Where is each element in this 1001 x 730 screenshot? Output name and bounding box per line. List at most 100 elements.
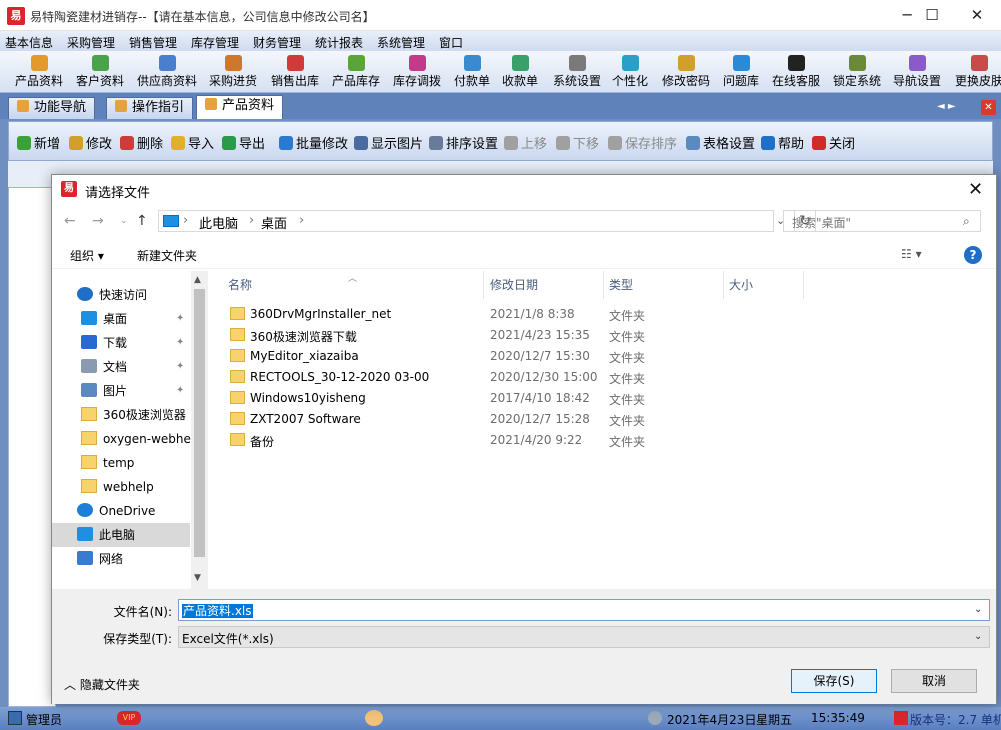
- nav-item-6[interactable]: oxygen-webhe: [52, 427, 191, 451]
- new-folder-button[interactable]: 新建文件夹: [137, 247, 197, 264]
- nav-item-8[interactable]: webhelp: [52, 475, 190, 499]
- breadcrumb-desktop[interactable]: 桌面: [261, 213, 287, 232]
- dialog-close-icon[interactable]: ✕: [968, 179, 983, 200]
- filetype-select[interactable]: Excel文件(*.xls): [178, 626, 990, 648]
- file-row[interactable]: MyEditor_xiazaiba 2020/12/7 15:30 文件夹: [208, 346, 996, 367]
- column-name[interactable]: 名称: [208, 271, 484, 299]
- nav-scrollbar-thumb[interactable]: [194, 289, 205, 557]
- toolbar-nav-settings-button[interactable]: 导航设置: [893, 51, 941, 93]
- tab-operation-guide[interactable]: 操作指引: [106, 97, 194, 119]
- file-row[interactable]: Windows10yisheng 2017/4/10 18:42 文件夹: [208, 388, 996, 409]
- subtoolbar-button-13[interactable]: 关闭: [812, 133, 855, 152]
- tab-scroll-arrows[interactable]: ◄ ►: [937, 101, 956, 112]
- subtoolbar-button-7[interactable]: 排序设置: [429, 133, 498, 152]
- nav-item-7[interactable]: temp: [52, 451, 190, 475]
- toolbar-service-button[interactable]: 在线客服: [772, 51, 820, 93]
- nav-item-3[interactable]: 文档 ✦: [52, 355, 190, 379]
- subtoolbar-button-6[interactable]: 显示图片: [354, 133, 423, 152]
- file-type: 文件夹: [609, 351, 646, 365]
- toolbar-faq-button[interactable]: 问题库: [723, 51, 759, 93]
- filetype-dropdown-icon[interactable]: ⌄: [974, 631, 982, 642]
- subtoolbar-button-10[interactable]: 保存排序: [608, 133, 677, 152]
- menu-purchase[interactable]: 采购管理: [67, 34, 115, 51]
- subtoolbar-button-0[interactable]: 新增: [17, 133, 60, 152]
- tab-close-icon[interactable]: ✕: [981, 100, 996, 115]
- view-options-icon[interactable]: ☷ ▾: [901, 247, 922, 261]
- file-row[interactable]: RECTOOLS_30-12-2020 03-00 2020/12/30 15:0…: [208, 367, 996, 388]
- pin-icon[interactable]: ✦: [176, 331, 184, 355]
- subtoolbar-button-9[interactable]: 下移: [556, 133, 599, 152]
- column-size[interactable]: 大小: [724, 271, 804, 299]
- scroll-down-icon[interactable]: ▼: [194, 573, 201, 583]
- toolbar-receipt-button[interactable]: 收款单: [502, 51, 538, 93]
- subtoolbar-button-4[interactable]: 导出: [222, 133, 265, 152]
- toolbar-transfer-button[interactable]: 库存调拨: [393, 51, 441, 93]
- menu-sales[interactable]: 销售管理: [129, 34, 177, 51]
- hide-folders-toggle[interactable]: ︿ 隐藏文件夹: [64, 676, 140, 693]
- help-icon[interactable]: ?: [964, 246, 982, 264]
- toolbar-customer-button[interactable]: 客户资料: [76, 51, 124, 93]
- pin-icon[interactable]: ✦: [176, 379, 184, 403]
- recent-locations-icon[interactable]: ⌄: [120, 216, 128, 226]
- toolbar-password-button[interactable]: 修改密码: [662, 51, 710, 93]
- back-arrow-icon[interactable]: ←: [64, 213, 76, 229]
- toolbar-stock-button[interactable]: 产品库存: [332, 51, 380, 93]
- tab-function-nav[interactable]: 功能导航: [8, 97, 96, 119]
- file-row[interactable]: 备份 2021/4/20 9:22 文件夹: [208, 430, 996, 451]
- menu-reports[interactable]: 统计报表: [315, 34, 363, 51]
- version-icon: [894, 711, 908, 725]
- toolbar-personalize-button[interactable]: 个性化: [612, 51, 648, 93]
- column-date[interactable]: 修改日期: [484, 271, 604, 299]
- nav-item-11[interactable]: 网络: [52, 547, 190, 571]
- subtoolbar-button-5[interactable]: 批量修改: [279, 133, 348, 152]
- nav-item-2[interactable]: 下载 ✦: [52, 331, 190, 355]
- save-button[interactable]: 保存(S): [791, 669, 877, 693]
- forward-arrow-icon[interactable]: →: [92, 213, 104, 229]
- toolbar-payment-button[interactable]: 付款单: [454, 51, 490, 93]
- maximize-icon[interactable]: ☐: [909, 0, 955, 31]
- address-bar[interactable]: › 此电脑 › 桌面 ›: [158, 210, 774, 232]
- subtoolbar-button-11[interactable]: 表格设置: [686, 133, 755, 152]
- toolbar-lock-button[interactable]: 锁定系统: [833, 51, 881, 93]
- filename-input[interactable]: 产品资料.xls: [178, 599, 990, 621]
- nav-item-1[interactable]: 桌面 ✦: [52, 307, 190, 331]
- subtoolbar-button-12[interactable]: 帮助: [761, 133, 804, 152]
- tab-product-info[interactable]: 产品资料: [196, 95, 284, 119]
- file-row[interactable]: 360极速浏览器下载 2021/4/23 15:35 文件夹: [208, 325, 996, 346]
- menu-system[interactable]: 系统管理: [377, 34, 425, 51]
- nav-item-4[interactable]: 图片 ✦: [52, 379, 190, 403]
- nav-item-10[interactable]: 此电脑: [52, 523, 190, 547]
- search-input[interactable]: 搜索"桌面": [783, 210, 981, 232]
- menu-finance[interactable]: 财务管理: [253, 34, 301, 51]
- toolbar-supplier-button[interactable]: 供应商资料: [137, 51, 197, 93]
- subtoolbar-button-8[interactable]: 上移: [504, 133, 547, 152]
- close-icon[interactable]: ✕: [954, 0, 1000, 31]
- toolbar-product-button[interactable]: 产品资料: [15, 51, 63, 93]
- subtoolbar-button-3[interactable]: 导入: [171, 133, 214, 152]
- subtoolbar-button-1[interactable]: 修改: [69, 133, 112, 152]
- transfer-icon: [408, 55, 426, 71]
- nav-item-5[interactable]: 360极速浏览器: [52, 403, 190, 427]
- pin-icon[interactable]: ✦: [176, 307, 184, 331]
- scroll-up-icon[interactable]: ▲: [194, 275, 201, 285]
- file-row[interactable]: 360DrvMgrInstaller_net 2021/1/8 8:38 文件夹: [208, 304, 996, 325]
- breadcrumb-this-pc[interactable]: 此电脑: [199, 213, 238, 232]
- menu-basic-info[interactable]: 基本信息: [5, 34, 53, 51]
- menu-window[interactable]: 窗口: [439, 34, 463, 51]
- toolbar-purchase-button[interactable]: 采购进货: [209, 51, 257, 93]
- toolbar-settings-button[interactable]: 系统设置: [553, 51, 601, 93]
- cancel-button[interactable]: 取消: [891, 669, 977, 693]
- nav-item-9[interactable]: OneDrive: [52, 499, 190, 523]
- nav-item-0[interactable]: 快速访问: [52, 283, 190, 307]
- column-type[interactable]: 类型: [604, 271, 724, 299]
- toolbar-skin-button[interactable]: 更换皮肤: [955, 51, 1001, 93]
- organize-button[interactable]: 组织 ▾: [70, 247, 104, 264]
- pin-icon[interactable]: ✦: [176, 355, 184, 379]
- subtoolbar-button-2[interactable]: 删除: [120, 133, 163, 152]
- menu-inventory[interactable]: 库存管理: [191, 34, 239, 51]
- file-row[interactable]: ZXT2007 Software 2020/12/7 15:28 文件夹: [208, 409, 996, 430]
- filename-dropdown-icon[interactable]: ⌄: [974, 604, 982, 615]
- supplier-icon: [158, 55, 176, 71]
- up-arrow-icon[interactable]: ↑: [136, 213, 148, 229]
- toolbar-sales-button[interactable]: 销售出库: [271, 51, 319, 93]
